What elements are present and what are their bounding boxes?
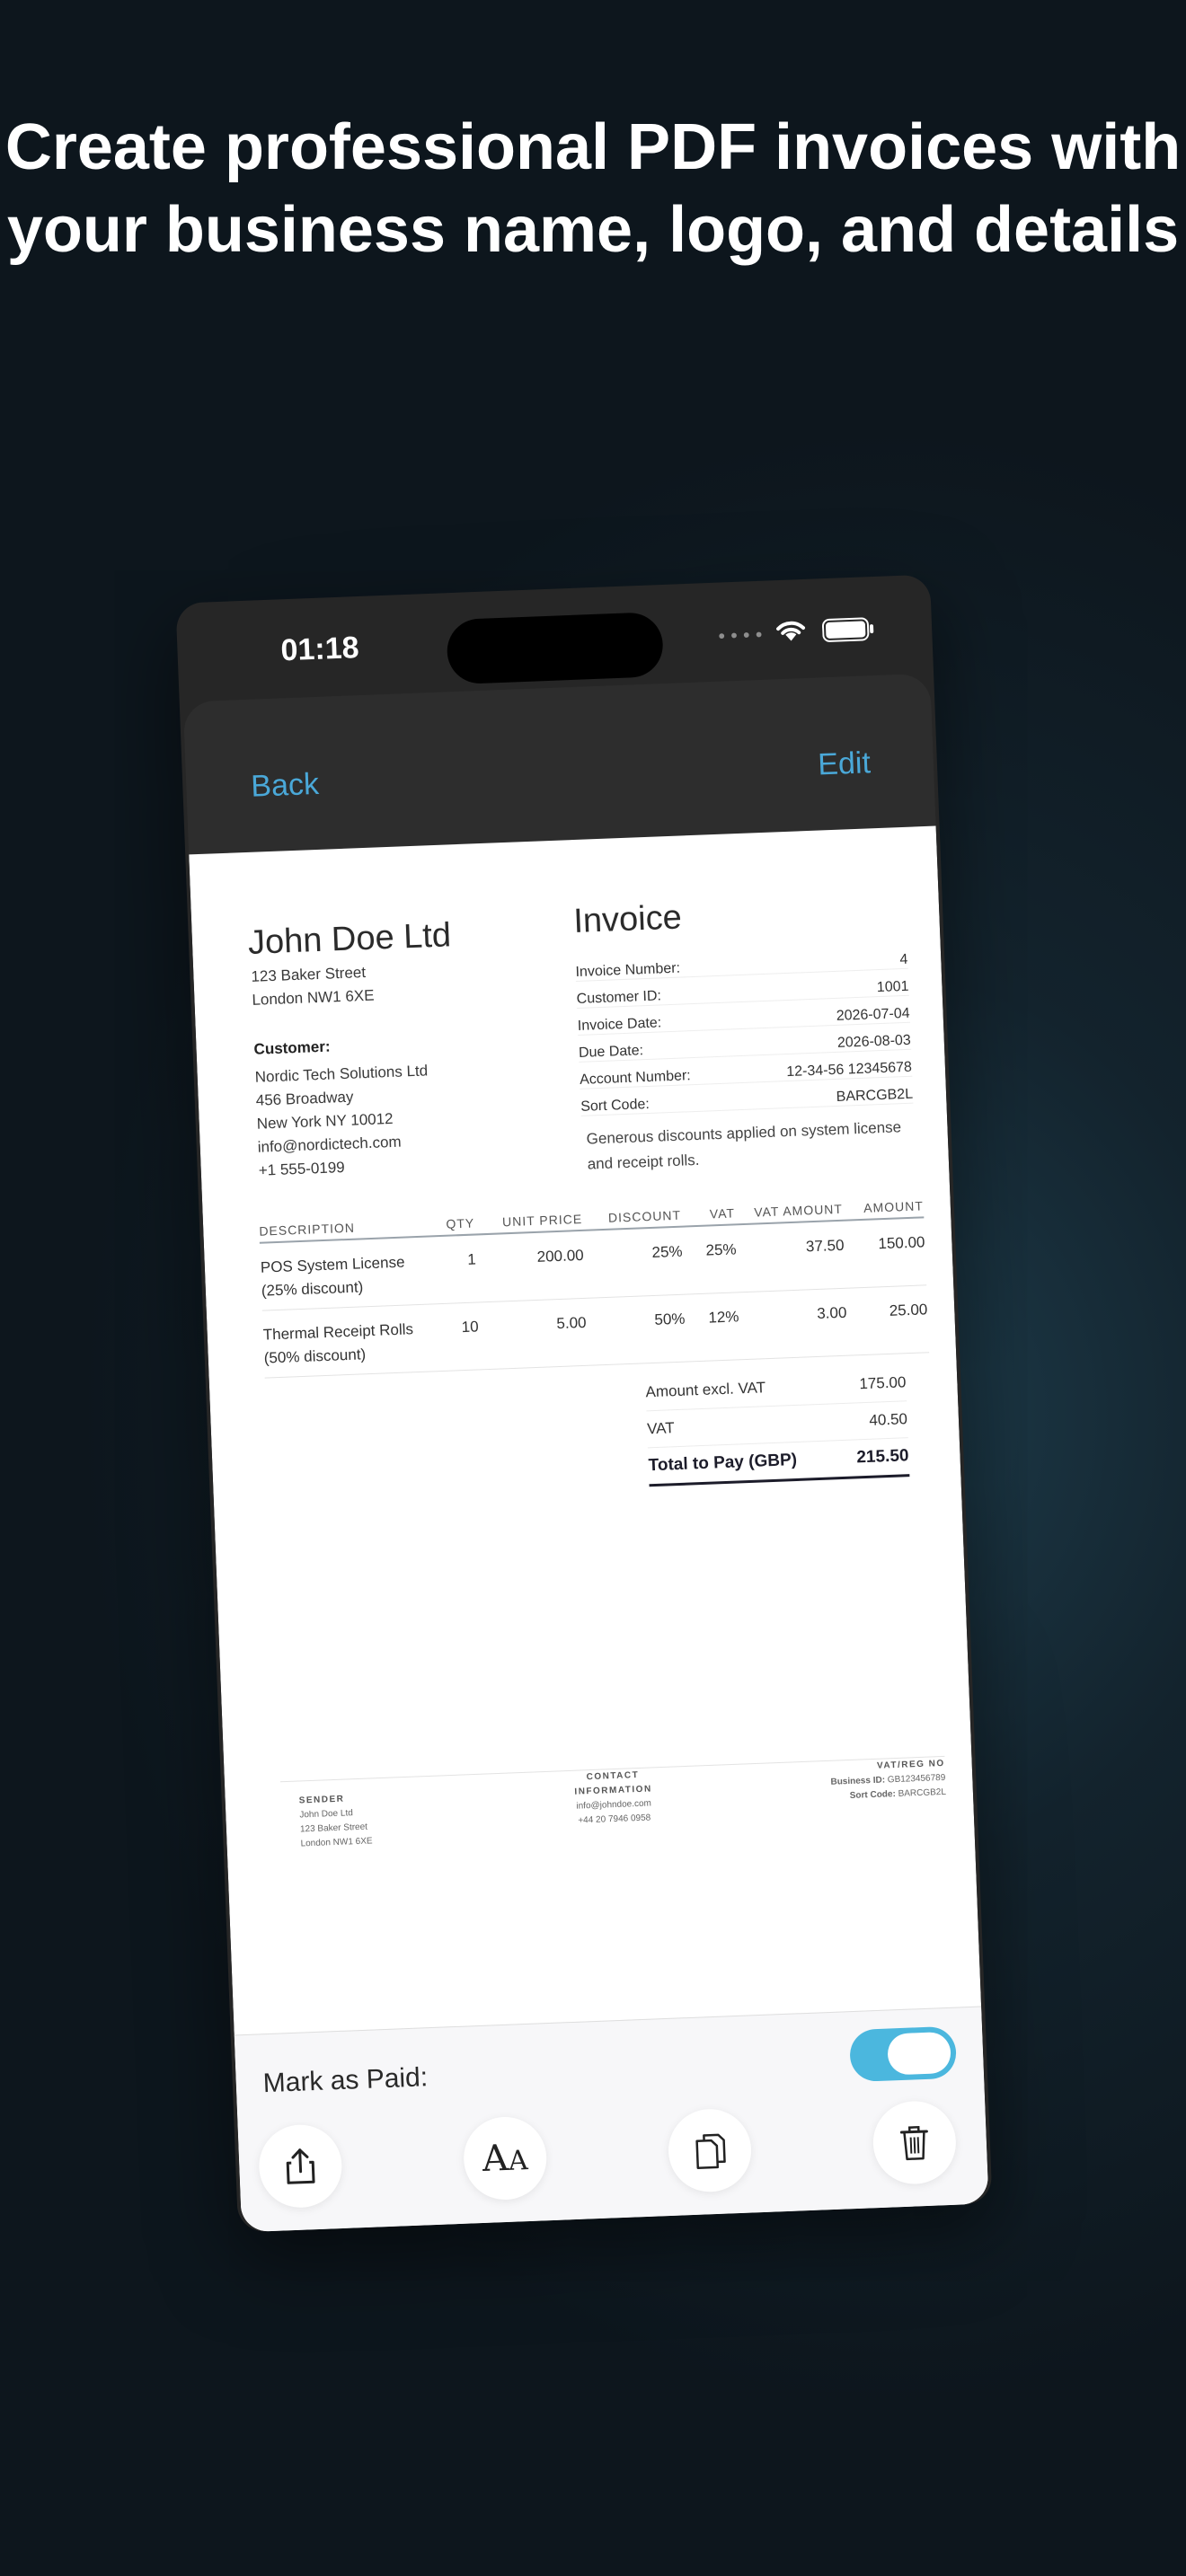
headline-line-1: Create professional PDF invoices with (4, 111, 1182, 183)
duplicate-icon (695, 2133, 726, 2170)
item-amount: 150.00 (878, 1233, 925, 1253)
duplicate-button[interactable] (667, 2107, 753, 2193)
footer-vat: VAT/REG NO Business ID: GB123456789 Sort… (830, 1757, 947, 1804)
customer-label: Customer: (253, 1037, 331, 1058)
column-header: AMOUNT (863, 1198, 925, 1215)
column-header: VAT AMOUNT (753, 1201, 844, 1220)
invoice-footer: SENDER John Doe Ltd 123 Baker Street Lon… (279, 1755, 946, 1848)
phone-frame: 01:18 •••• Back Edit John Doe Ltd 123 Ba… (175, 574, 993, 2233)
toggle-knob (887, 2031, 951, 2076)
customer-details: Nordic Tech Solutions Ltd 456 Broadway N… (254, 1059, 431, 1182)
business-address: 123 Baker Street London NW1 6XE (251, 961, 375, 1012)
item-vat-amount: 37.50 (805, 1236, 845, 1256)
wifi-icon (776, 621, 806, 641)
totals-block: Amount excl. VAT 175.00 VAT 40.50 Total to… (644, 1364, 910, 1487)
trash-icon (899, 2126, 928, 2161)
item-vat: 25% (705, 1240, 737, 1259)
meta-label: Customer ID: (576, 988, 662, 1007)
footer-contact: CONTACT INFORMATION info@johndoe.com +44… (550, 1767, 677, 1829)
column-header: DISCOUNT (607, 1207, 682, 1225)
invoice-title: Invoice (572, 898, 683, 941)
item-description: POS System License (25% discount) (260, 1249, 432, 1302)
business-id-value: GB123456789 (887, 1772, 946, 1786)
subtotal-value: 175.00 (859, 1373, 907, 1393)
vat-value: 40.50 (869, 1410, 908, 1429)
item-discount: 50% (654, 1310, 686, 1328)
line-items-table: DESCRIPTION QTY UNIT PRICE DISCOUNT VAT … (258, 1184, 930, 1379)
signal-icon: •••• (715, 623, 766, 648)
phone-body: 01:18 •••• Back Edit John Doe Ltd 123 Ba… (175, 574, 993, 2233)
item-unit-price: 200.00 (536, 1246, 585, 1266)
item-vat-amount: 3.00 (816, 1303, 847, 1322)
delete-button[interactable] (872, 2099, 958, 2186)
meta-label: Sort Code: (580, 1096, 651, 1115)
column-header: UNIT PRICE (501, 1211, 583, 1230)
edit-button[interactable]: Edit (818, 745, 872, 782)
meta-value: 1001 (876, 978, 909, 996)
total-value: 215.50 (856, 1446, 909, 1468)
share-button[interactable] (257, 2123, 344, 2210)
meta-label: Invoice Date: (577, 1015, 662, 1034)
meta-label: Due Date: (578, 1043, 644, 1061)
item-description: Thermal Receipt Rolls (50% discount) (262, 1317, 435, 1370)
meta-value: 4 (899, 951, 908, 968)
share-icon (286, 2148, 315, 2184)
meta-value: 2026-08-03 (836, 1032, 912, 1051)
invoice-meta: Invoice Number: 4 Customer ID: 1001 Invoic… (574, 941, 914, 1116)
sort-code-value: BARCGB2L (898, 1786, 947, 1799)
item-qty: 1 (466, 1250, 477, 1268)
mark-as-paid-toggle[interactable] (849, 2025, 958, 2083)
status-time: 01:18 (279, 631, 360, 668)
business-name: John Doe Ltd (247, 916, 452, 962)
back-button[interactable]: Back (251, 767, 320, 805)
bottom-action-bar: Mark as Paid: AA (234, 2006, 989, 2233)
business-address-line: London NW1 6XE (252, 986, 375, 1009)
invoice-sheet: Back Edit John Doe Ltd 123 Baker Street … (182, 673, 989, 2233)
vat-label: VAT (646, 1419, 676, 1438)
dynamic-island (446, 612, 664, 685)
font-size-icon: AA (482, 2137, 529, 2180)
column-header: DESCRIPTION (259, 1220, 356, 1239)
invoice-document: John Doe Ltd 123 Baker Street London NW1… (189, 825, 989, 2233)
headline: Create professional PDF invoices with yo… (0, 106, 1186, 271)
font-size-button[interactable]: AA (462, 2115, 548, 2201)
footer-line: London NW1 6XE (300, 1836, 373, 1849)
subtotal-label: Amount excl. VAT (645, 1379, 766, 1401)
headline-line-2: your business name, logo, and details (6, 194, 1180, 266)
item-qty: 10 (461, 1318, 479, 1337)
footer-sender: SENDER John Doe Ltd 123 Baker Street Lon… (298, 1791, 373, 1851)
business-id-label: Business ID: (830, 1775, 886, 1787)
invoice-note: Generous discounts applied on system lic… (586, 1118, 902, 1173)
total-label: Total to Pay (GBP) (648, 1450, 798, 1476)
item-amount: 25.00 (889, 1301, 928, 1319)
column-header: QTY (446, 1215, 475, 1231)
item-unit-price: 5.00 (556, 1313, 587, 1333)
meta-value: BARCGB2L (836, 1086, 914, 1105)
meta-value: 2026-07-04 (836, 1005, 910, 1024)
sort-code-label: Sort Code: (849, 1789, 897, 1801)
item-vat: 12% (708, 1308, 739, 1327)
column-header: VAT (709, 1205, 736, 1222)
battery-icon (821, 617, 874, 642)
item-discount: 25% (651, 1242, 683, 1261)
footer-heading: CONTACT INFORMATION (574, 1769, 652, 1797)
mark-as-paid-label: Mark as Paid: (262, 2062, 429, 2099)
